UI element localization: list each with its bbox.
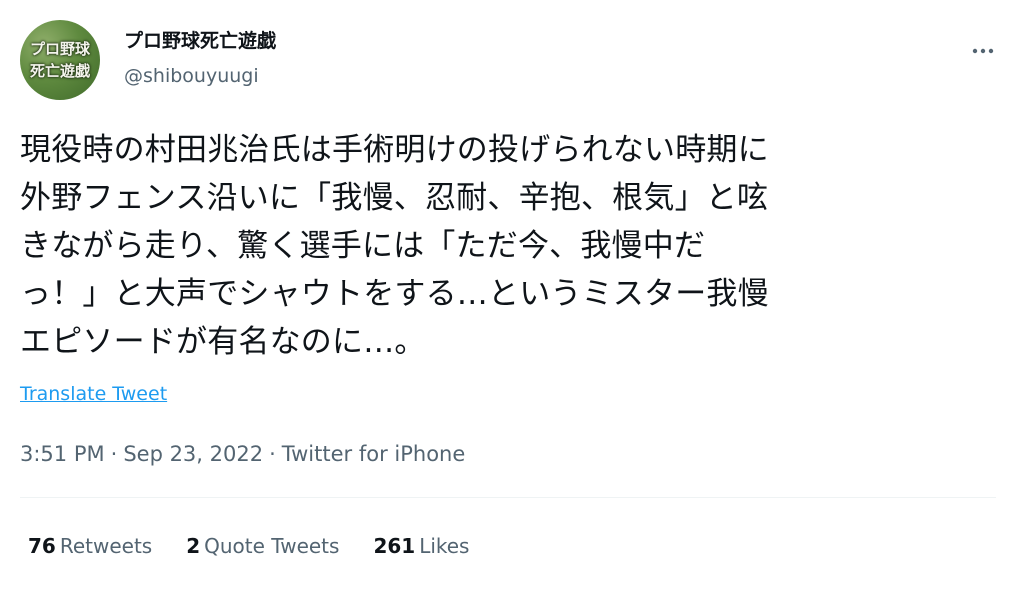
- quote-tweets-count: 2: [186, 534, 201, 558]
- retweets-stat[interactable]: 76 Retweets: [28, 532, 152, 560]
- author-info: プロ野球死亡遊戯 @shibouyuugi: [124, 28, 276, 88]
- more-horizontal-icon: [972, 48, 994, 54]
- tweet-date[interactable]: Sep 23, 2022: [123, 442, 263, 466]
- likes-label: Likes: [419, 534, 470, 558]
- likes-count: 261: [373, 534, 416, 558]
- avatar-text-line1: プロ野球: [29, 40, 90, 58]
- divider: [20, 497, 996, 498]
- tweet-text: 現役時の村田兆治氏は手術明けの投げられない時期に 外野フェンス沿いに「我慢、忍耐…: [20, 132, 769, 360]
- likes-stat[interactable]: 261 Likes: [373, 532, 469, 560]
- avatar-text-line2: 死亡遊戯: [29, 62, 90, 80]
- more-options-button[interactable]: [966, 34, 1000, 68]
- tweet-source: Twitter for iPhone: [281, 442, 466, 466]
- meta-separator: ·: [269, 442, 276, 466]
- tweet-stats: 76 Retweets 2 Quote Tweets 261 Likes: [28, 532, 503, 560]
- retweets-count: 76: [28, 534, 56, 558]
- translate-tweet-link[interactable]: Translate Tweet: [20, 381, 167, 407]
- quote-tweets-stat[interactable]: 2 Quote Tweets: [186, 532, 339, 560]
- tweet-time[interactable]: 3:51 PM: [20, 442, 105, 466]
- tweet-header: プロ野球 死亡遊戯 プロ野球死亡遊戯 @shibouyuugi: [20, 20, 1004, 104]
- meta-separator: ·: [110, 442, 118, 466]
- tweet-metadata: 3:51 PM · Sep 23, 2022 · Twitter for iPhone: [20, 440, 465, 468]
- display-name[interactable]: プロ野球死亡遊戯: [124, 28, 276, 54]
- retweets-label: Retweets: [59, 534, 153, 558]
- avatar[interactable]: プロ野球 死亡遊戯: [20, 20, 100, 100]
- quote-tweets-label: Quote Tweets: [204, 534, 340, 558]
- user-handle[interactable]: @shibouyuugi: [124, 64, 276, 88]
